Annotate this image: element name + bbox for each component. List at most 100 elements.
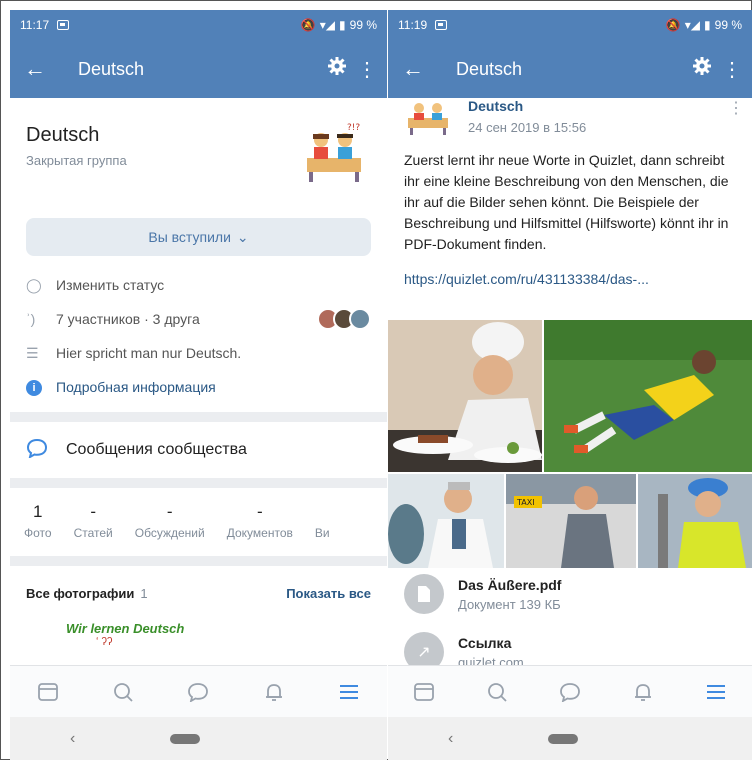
- messages-icon[interactable]: [183, 677, 213, 707]
- post-date: 24 сен 2019 в 15:56: [468, 120, 587, 135]
- post-screen: 11:19 🔕 ▾◢ ▮ 99 % ← Deutsch ⋮ Deutsch 24…: [388, 10, 752, 760]
- menu-icon[interactable]: [334, 677, 364, 707]
- notifications-icon[interactable]: [628, 677, 658, 707]
- avatar: [349, 308, 371, 330]
- attachment-link-title: Ссылка: [458, 634, 512, 651]
- status-bar: 11:17 🔕 ▾◢ ▮ 99 %: [10, 10, 387, 40]
- system-nav-bar: ‹: [10, 717, 387, 760]
- more-vertical-icon[interactable]: ⋮: [357, 57, 377, 82]
- joined-button[interactable]: Вы вступили ⌄: [26, 218, 371, 256]
- post-author[interactable]: Deutsch: [468, 98, 523, 114]
- notifications-icon[interactable]: [259, 677, 289, 707]
- counter-photos[interactable]: 1 Фото: [24, 502, 52, 556]
- system-home-pill[interactable]: [548, 733, 578, 744]
- app-bar: ← Deutsch ⋮: [388, 40, 752, 98]
- more-info-row[interactable]: i Подробная информация: [10, 370, 387, 404]
- search-icon[interactable]: [482, 677, 512, 707]
- system-back-icon[interactable]: ‹: [70, 730, 170, 748]
- counter-documents[interactable]: - Документов: [227, 502, 293, 556]
- more-info-link[interactable]: Подробная информация: [56, 379, 216, 395]
- attachment-link-subtitle: quizlet.com: [458, 654, 524, 666]
- group-screen: 11:17 🔕 ▾◢ ▮ 99 % ← Deutsch ⋮ Deutsch За…: [10, 10, 387, 760]
- photo-thumbnail-text: Wir lernen Deutsch: [66, 621, 185, 636]
- post-menu-icon[interactable]: ⋮: [728, 98, 744, 118]
- app-bar: ← Deutsch ⋮: [10, 40, 387, 98]
- members-label: 7 участников · 3 друга: [56, 311, 200, 327]
- post-content: Deutsch 24 сен 2019 в 15:56 ⋮ Zuerst ler…: [388, 98, 752, 665]
- post-link[interactable]: https://quizlet.com/ru/431133384/das-...: [388, 255, 752, 287]
- photo-thumbnail[interactable]: Wir lernen Deutsch ʻ ʔʔ: [66, 621, 206, 665]
- document-icon: [404, 574, 444, 614]
- post-author-avatar[interactable]: [404, 98, 452, 136]
- attachment-document-subtitle: Документ 139 КБ: [458, 596, 561, 612]
- group-card: Deutsch Закрытая группа ?!? Вы вступили …: [10, 98, 387, 412]
- status-time: 11:17: [20, 18, 50, 32]
- counter-discussions[interactable]: - Обсуждений: [135, 502, 205, 556]
- news-icon[interactable]: [33, 677, 63, 707]
- group-content: Deutsch Закрытая группа ?!? Вы вступили …: [10, 98, 387, 665]
- photo-doctor[interactable]: [388, 474, 504, 568]
- chevron-down-icon: ⌄: [236, 228, 249, 245]
- counter-articles[interactable]: - Статей: [74, 502, 113, 556]
- menu-icon[interactable]: [701, 677, 731, 707]
- group-avatar[interactable]: ?!?: [301, 118, 367, 184]
- link-arrow-icon: ↗: [404, 632, 444, 665]
- battery-icon: ▮: [704, 18, 711, 32]
- signal-icon: ▾◢: [684, 18, 701, 32]
- news-icon[interactable]: [409, 677, 439, 707]
- back-arrow-icon[interactable]: ←: [402, 56, 442, 82]
- photo-taxi-driver[interactable]: TAXI: [506, 474, 636, 568]
- bottom-tab-bar: [388, 665, 752, 717]
- photos-title: Все фотографии: [26, 586, 135, 601]
- message-bubble-icon: [26, 438, 66, 463]
- photo-chef[interactable]: [388, 320, 542, 472]
- post-text: Zuerst lernt ihr neue Worte in Quizlet, …: [404, 152, 729, 252]
- app-bar-title: Deutsch: [456, 58, 523, 79]
- gear-icon[interactable]: [317, 56, 357, 82]
- svg-text:TAXI: TAXI: [516, 498, 535, 507]
- gear-icon[interactable]: [682, 56, 722, 82]
- attachment-link[interactable]: ↗ Ссылка quizlet.com: [404, 632, 524, 665]
- search-icon[interactable]: [108, 677, 138, 707]
- attachment-document[interactable]: Das Äußere.pdf Документ 139 КБ: [404, 574, 561, 614]
- community-messages-label: Сообщения сообщества: [66, 441, 247, 458]
- group-header: Deutsch Закрытая группа ?!?: [10, 98, 387, 218]
- image-notification-icon: [57, 20, 70, 30]
- messages-icon[interactable]: [555, 677, 585, 707]
- system-home-pill[interactable]: [170, 733, 200, 744]
- wall-post: Deutsch 24 сен 2019 в 15:56 ⋮ Zuerst ler…: [388, 98, 752, 665]
- more-vertical-icon[interactable]: ⋮: [722, 57, 742, 82]
- counter-videos[interactable]: Ви: [315, 502, 330, 556]
- post-photo-grid: TAXI: [388, 320, 752, 568]
- photo-football-player[interactable]: [544, 320, 752, 472]
- status-icons: 🔕 ▾◢ ▮ 99 %: [666, 18, 742, 32]
- battery-level: 99 %: [349, 18, 377, 32]
- community-messages-row[interactable]: Сообщения сообщества: [10, 422, 387, 478]
- friends-avatars: [317, 308, 371, 330]
- post-header: Deutsch 24 сен 2019 в 15:56 ⋮: [388, 98, 752, 144]
- mute-icon: 🔕: [300, 18, 316, 32]
- photos-header: Все фотографии 1 Показать все: [26, 586, 371, 601]
- description-lines-icon: ☰: [26, 344, 39, 361]
- speech-bubble-icon: ◯: [26, 276, 42, 293]
- description-text: Hier spricht man nur Deutsch.: [56, 345, 242, 361]
- rss-icon: ʾ): [26, 311, 36, 327]
- system-back-icon[interactable]: ‹: [448, 730, 548, 748]
- change-status-label: Изменить статус: [56, 277, 165, 293]
- description-row: ☰ Hier spricht man nur Deutsch.: [10, 336, 387, 370]
- counters: 1 Фото - Статей - Обсуждений - Документо…: [10, 488, 387, 556]
- svg-text:?!?: ?!?: [347, 123, 360, 133]
- bottom-tab-bar: [10, 665, 387, 717]
- signal-icon: ▾◢: [319, 18, 336, 32]
- change-status-row[interactable]: ◯ Изменить статус: [10, 268, 387, 302]
- photos-count: 1: [140, 586, 148, 601]
- status-time: 11:19: [398, 18, 428, 32]
- mute-icon: 🔕: [665, 18, 681, 32]
- members-row[interactable]: ʾ) 7 участников · 3 друга: [10, 302, 387, 336]
- battery-level: 99 %: [714, 18, 742, 32]
- back-arrow-icon[interactable]: ←: [24, 56, 64, 82]
- status-icons: 🔕 ▾◢ ▮ 99 %: [301, 18, 377, 32]
- system-nav-bar: ‹: [388, 717, 752, 760]
- photo-construction-worker[interactable]: [638, 474, 752, 568]
- show-all-link[interactable]: Показать все: [286, 586, 371, 601]
